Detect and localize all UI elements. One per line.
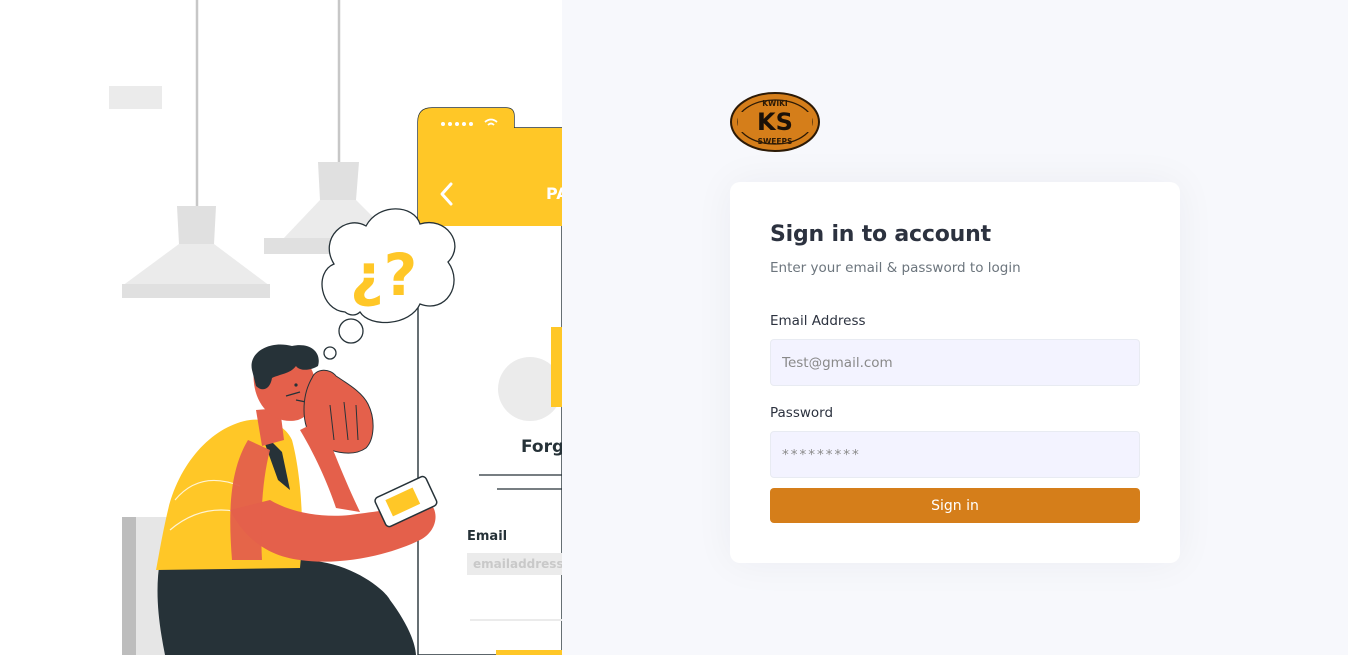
illustration-email-placeholder: emailaddress@: [473, 557, 562, 571]
svg-text:¿?: ¿?: [350, 241, 417, 309]
illustration-panel: ¿? PA Forg Email emailaddress@: [0, 0, 562, 655]
login-title: Sign in to account: [770, 222, 991, 247]
illustration-email-label: Email: [467, 529, 508, 544]
svg-text:KS: KS: [757, 108, 793, 136]
password-label: Password: [770, 405, 834, 421]
email-field[interactable]: [770, 339, 1140, 386]
login-card: Sign in to account Enter your email & pa…: [730, 182, 1180, 563]
login-subtitle: Enter your email & password to login: [770, 260, 1021, 276]
illustration-phone-header: PA: [546, 184, 562, 203]
illustration-heading: Forg: [521, 437, 562, 457]
password-field[interactable]: [770, 431, 1140, 478]
kwiki-sweeps-logo-icon: KWIKI KS SWEEPS: [730, 92, 820, 152]
svg-text:SWEEPS: SWEEPS: [758, 137, 793, 146]
sign-in-button[interactable]: Sign in: [770, 488, 1140, 523]
brand-logo[interactable]: KWIKI KS SWEEPS: [730, 92, 820, 152]
svg-text:KWIKI: KWIKI: [762, 99, 788, 108]
email-label: Email Address: [770, 313, 866, 329]
